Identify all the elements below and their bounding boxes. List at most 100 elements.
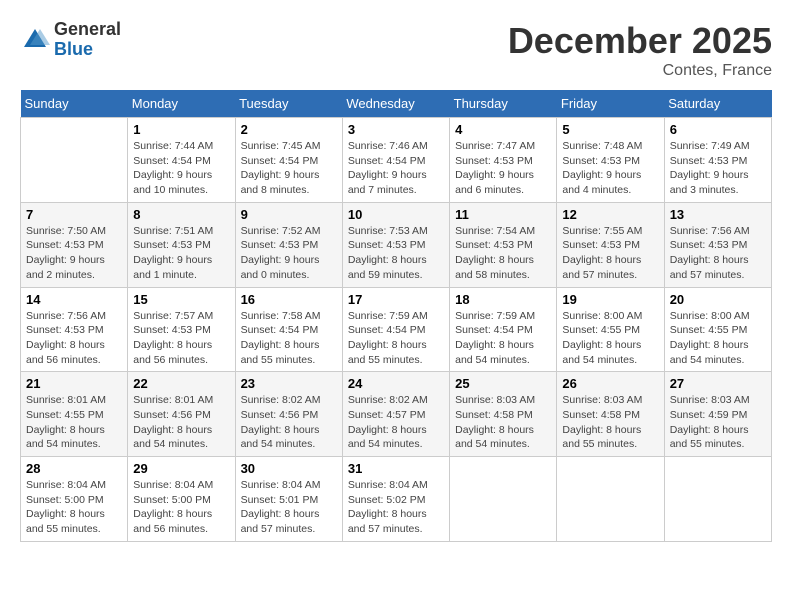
calendar-cell: 18Sunrise: 7:59 AMSunset: 4:54 PMDayligh… <box>450 287 557 372</box>
day-number: 2 <box>241 122 337 137</box>
day-number: 21 <box>26 376 122 391</box>
cell-info: Sunrise: 8:01 AMSunset: 4:56 PMDaylight:… <box>133 393 229 452</box>
week-row-2: 7Sunrise: 7:50 AMSunset: 4:53 PMDaylight… <box>21 202 772 287</box>
cell-info: Sunrise: 8:02 AMSunset: 4:56 PMDaylight:… <box>241 393 337 452</box>
day-number: 6 <box>670 122 766 137</box>
cell-info: Sunrise: 8:01 AMSunset: 4:55 PMDaylight:… <box>26 393 122 452</box>
day-number: 12 <box>562 207 658 222</box>
day-number: 4 <box>455 122 551 137</box>
calendar-cell: 21 Sunrise: 8:01 AMSunset: 4:55 PMDayligh… <box>21 372 128 457</box>
page-header: General Blue December 2025 Contes, Franc… <box>20 20 772 80</box>
day-number: 18 <box>455 292 551 307</box>
calendar-cell: 12Sunrise: 7:55 AMSunset: 4:53 PMDayligh… <box>557 202 664 287</box>
cell-info: Sunrise: 8:00 AMSunset: 4:55 PMDaylight:… <box>562 309 658 368</box>
day-number: 23 <box>241 376 337 391</box>
logo-blue: Blue <box>54 40 121 60</box>
day-number: 29 <box>133 461 229 476</box>
day-number: 28 <box>26 461 122 476</box>
logo-general: General <box>54 20 121 40</box>
day-number: 31 <box>348 461 444 476</box>
cell-info: Sunrise: 8:00 AMSunset: 4:55 PMDaylight:… <box>670 309 766 368</box>
header-sunday: Sunday <box>21 90 128 118</box>
header-tuesday: Tuesday <box>235 90 342 118</box>
day-number: 15 <box>133 292 229 307</box>
day-number: 27 <box>670 376 766 391</box>
month-title: December 2025 <box>508 20 772 62</box>
calendar-cell: 2 Sunrise: 7:45 AMSunset: 4:54 PMDaylight… <box>235 118 342 203</box>
calendar-cell: 10 Sunrise: 7:53 AMSunset: 4:53 PMDayligh… <box>342 202 449 287</box>
day-number: 19 <box>562 292 658 307</box>
cell-info: Sunrise: 7:49 AMSunset: 4:53 PMDaylight:… <box>670 139 766 198</box>
calendar-cell <box>450 457 557 542</box>
header-thursday: Thursday <box>450 90 557 118</box>
calendar-cell: 28 Sunrise: 8:04 AMSunset: 5:00 PMDayligh… <box>21 457 128 542</box>
day-number: 8 <box>133 207 229 222</box>
cell-info: Sunrise: 7:54 AMSunset: 4:53 PMDaylight:… <box>455 224 551 283</box>
day-number: 24 <box>348 376 444 391</box>
cell-info: Sunrise: 8:03 AMSunset: 4:58 PMDaylight:… <box>455 393 551 452</box>
calendar-cell: 29Sunrise: 8:04 AMSunset: 5:00 PMDayligh… <box>128 457 235 542</box>
day-number: 22 <box>133 376 229 391</box>
calendar-cell: 19 Sunrise: 8:00 AMSunset: 4:55 PMDayligh… <box>557 287 664 372</box>
calendar-cell: 25 Sunrise: 8:03 AMSunset: 4:58 PMDayligh… <box>450 372 557 457</box>
day-number: 13 <box>670 207 766 222</box>
header-monday: Monday <box>128 90 235 118</box>
cell-info: Sunrise: 8:02 AMSunset: 4:57 PMDaylight:… <box>348 393 444 452</box>
calendar-cell <box>557 457 664 542</box>
week-row-3: 14Sunrise: 7:56 AMSunset: 4:53 PMDayligh… <box>21 287 772 372</box>
cell-info: Sunrise: 8:04 AMSunset: 5:02 PMDaylight:… <box>348 478 444 537</box>
cell-info: Sunrise: 7:53 AMSunset: 4:53 PMDaylight:… <box>348 224 444 283</box>
calendar-cell: 11 Sunrise: 7:54 AMSunset: 4:53 PMDayligh… <box>450 202 557 287</box>
logo-icon <box>20 25 50 55</box>
cell-info: Sunrise: 7:45 AMSunset: 4:54 PMDaylight:… <box>241 139 337 198</box>
header-friday: Friday <box>557 90 664 118</box>
day-number: 3 <box>348 122 444 137</box>
cell-info: Sunrise: 7:50 AMSunset: 4:53 PMDaylight:… <box>26 224 122 283</box>
calendar-cell: 14Sunrise: 7:56 AMSunset: 4:53 PMDayligh… <box>21 287 128 372</box>
calendar-cell: 17Sunrise: 7:59 AMSunset: 4:54 PMDayligh… <box>342 287 449 372</box>
location-subtitle: Contes, France <box>508 62 772 80</box>
calendar-cell: 13 Sunrise: 7:56 AMSunset: 4:53 PMDayligh… <box>664 202 771 287</box>
cell-info: Sunrise: 7:48 AMSunset: 4:53 PMDaylight:… <box>562 139 658 198</box>
calendar-cell: 5 Sunrise: 7:48 AMSunset: 4:53 PMDaylight… <box>557 118 664 203</box>
week-row-5: 28 Sunrise: 8:04 AMSunset: 5:00 PMDayligh… <box>21 457 772 542</box>
calendar-cell: 16 Sunrise: 7:58 AMSunset: 4:54 PMDayligh… <box>235 287 342 372</box>
cell-info: Sunrise: 8:04 AMSunset: 5:01 PMDaylight:… <box>241 478 337 537</box>
calendar-cell: 23 Sunrise: 8:02 AMSunset: 4:56 PMDayligh… <box>235 372 342 457</box>
calendar-cell: 30 Sunrise: 8:04 AMSunset: 5:01 PMDayligh… <box>235 457 342 542</box>
day-number: 5 <box>562 122 658 137</box>
calendar-cell <box>21 118 128 203</box>
cell-info: Sunrise: 7:58 AMSunset: 4:54 PMDaylight:… <box>241 309 337 368</box>
day-number: 26 <box>562 376 658 391</box>
cell-info: Sunrise: 7:51 AMSunset: 4:53 PMDaylight:… <box>133 224 229 283</box>
day-number: 10 <box>348 207 444 222</box>
calendar-cell: 1Sunrise: 7:44 AMSunset: 4:54 PMDaylight… <box>128 118 235 203</box>
day-number: 11 <box>455 207 551 222</box>
cell-info: Sunrise: 7:56 AMSunset: 4:53 PMDaylight:… <box>670 224 766 283</box>
cell-info: Sunrise: 8:04 AMSunset: 5:00 PMDaylight:… <box>26 478 122 537</box>
calendar-cell: 9Sunrise: 7:52 AMSunset: 4:53 PMDaylight… <box>235 202 342 287</box>
cell-info: Sunrise: 7:57 AMSunset: 4:53 PMDaylight:… <box>133 309 229 368</box>
cell-info: Sunrise: 8:03 AMSunset: 4:59 PMDaylight:… <box>670 393 766 452</box>
calendar-cell: 20Sunrise: 8:00 AMSunset: 4:55 PMDayligh… <box>664 287 771 372</box>
calendar-cell: 26Sunrise: 8:03 AMSunset: 4:58 PMDayligh… <box>557 372 664 457</box>
header-saturday: Saturday <box>664 90 771 118</box>
week-row-4: 21 Sunrise: 8:01 AMSunset: 4:55 PMDayligh… <box>21 372 772 457</box>
calendar-table: SundayMondayTuesdayWednesdayThursdayFrid… <box>20 90 772 542</box>
cell-info: Sunrise: 7:56 AMSunset: 4:53 PMDaylight:… <box>26 309 122 368</box>
day-number: 9 <box>241 207 337 222</box>
day-number: 17 <box>348 292 444 307</box>
calendar-cell: 27 Sunrise: 8:03 AMSunset: 4:59 PMDayligh… <box>664 372 771 457</box>
day-number: 25 <box>455 376 551 391</box>
calendar-cell: 22 Sunrise: 8:01 AMSunset: 4:56 PMDayligh… <box>128 372 235 457</box>
day-number: 1 <box>133 122 229 137</box>
title-area: December 2025 Contes, France <box>508 20 772 80</box>
week-row-1: 1Sunrise: 7:44 AMSunset: 4:54 PMDaylight… <box>21 118 772 203</box>
day-number: 16 <box>241 292 337 307</box>
calendar-cell: 7Sunrise: 7:50 AMSunset: 4:53 PMDaylight… <box>21 202 128 287</box>
day-number: 30 <box>241 461 337 476</box>
header-wednesday: Wednesday <box>342 90 449 118</box>
logo: General Blue <box>20 20 121 60</box>
cell-info: Sunrise: 7:47 AMSunset: 4:53 PMDaylight:… <box>455 139 551 198</box>
calendar-cell: 4 Sunrise: 7:47 AMSunset: 4:53 PMDaylight… <box>450 118 557 203</box>
